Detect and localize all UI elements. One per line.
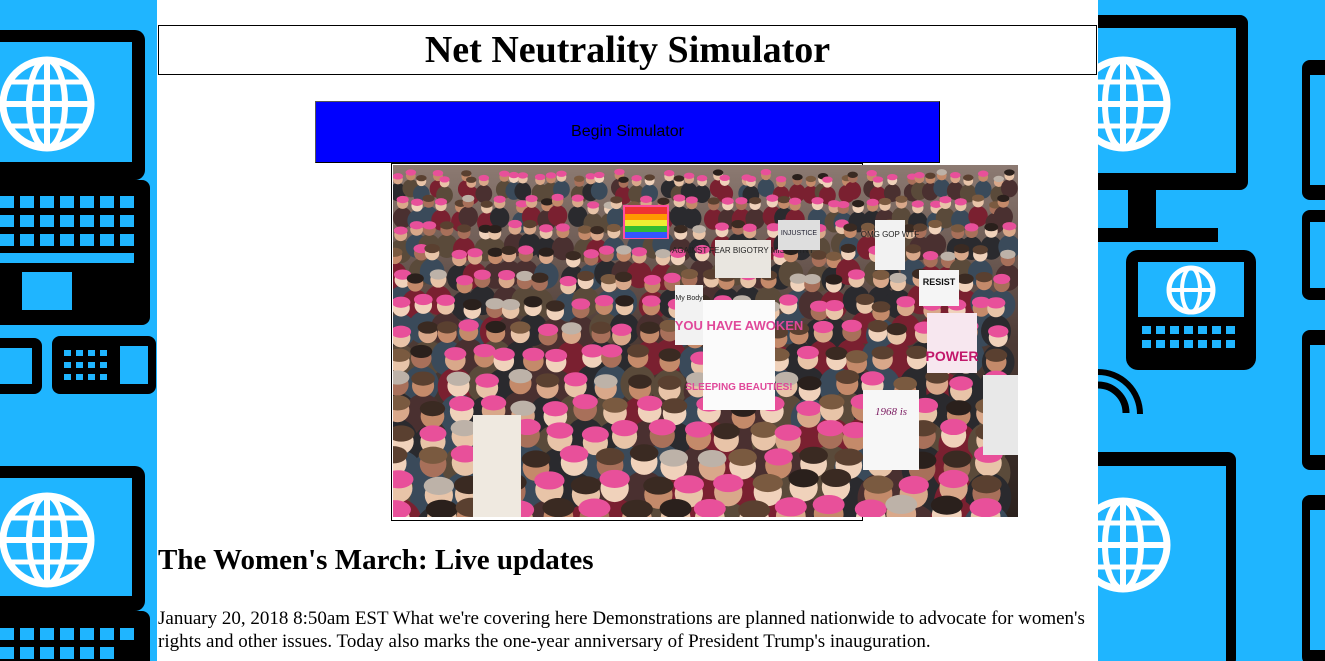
tablet-globe-icon <box>1126 250 1256 370</box>
sign-text: My Body <box>675 295 703 302</box>
sign-text: YOU HAVE AWOKEN <box>675 318 804 333</box>
article-body: January 20, 2018 8:50am EST What we're c… <box>158 608 1085 652</box>
begin-simulator-button[interactable]: Begin Simulator <box>315 101 940 163</box>
phone-icon <box>1302 60 1325 661</box>
protest-crowd-photo: AGAINST FEAR BIGOTRY MISOGYNY OMG GOP WT… <box>393 165 1018 517</box>
monitor-globe-icon <box>1098 15 1248 242</box>
title-box: Net Neutrality Simulator <box>158 25 1097 75</box>
sign-text: SLEEPING BEAUTIES! <box>685 382 792 393</box>
sign-text: 1968 is <box>875 406 907 418</box>
page-title: Net Neutrality Simulator <box>424 29 831 71</box>
background-art-right <box>1098 0 1325 661</box>
background-art-left <box>0 0 157 661</box>
sign-text: RESIST <box>923 277 956 287</box>
sign-text: OMG GOP WTF <box>861 230 920 239</box>
main-page: Net Neutrality Simulator Begin Simulator <box>157 0 1098 661</box>
sign-text: INJUSTICE <box>781 230 818 237</box>
article-headline: The Women's March: Live updates <box>158 544 594 576</box>
sign-text: POWER <box>926 348 979 364</box>
